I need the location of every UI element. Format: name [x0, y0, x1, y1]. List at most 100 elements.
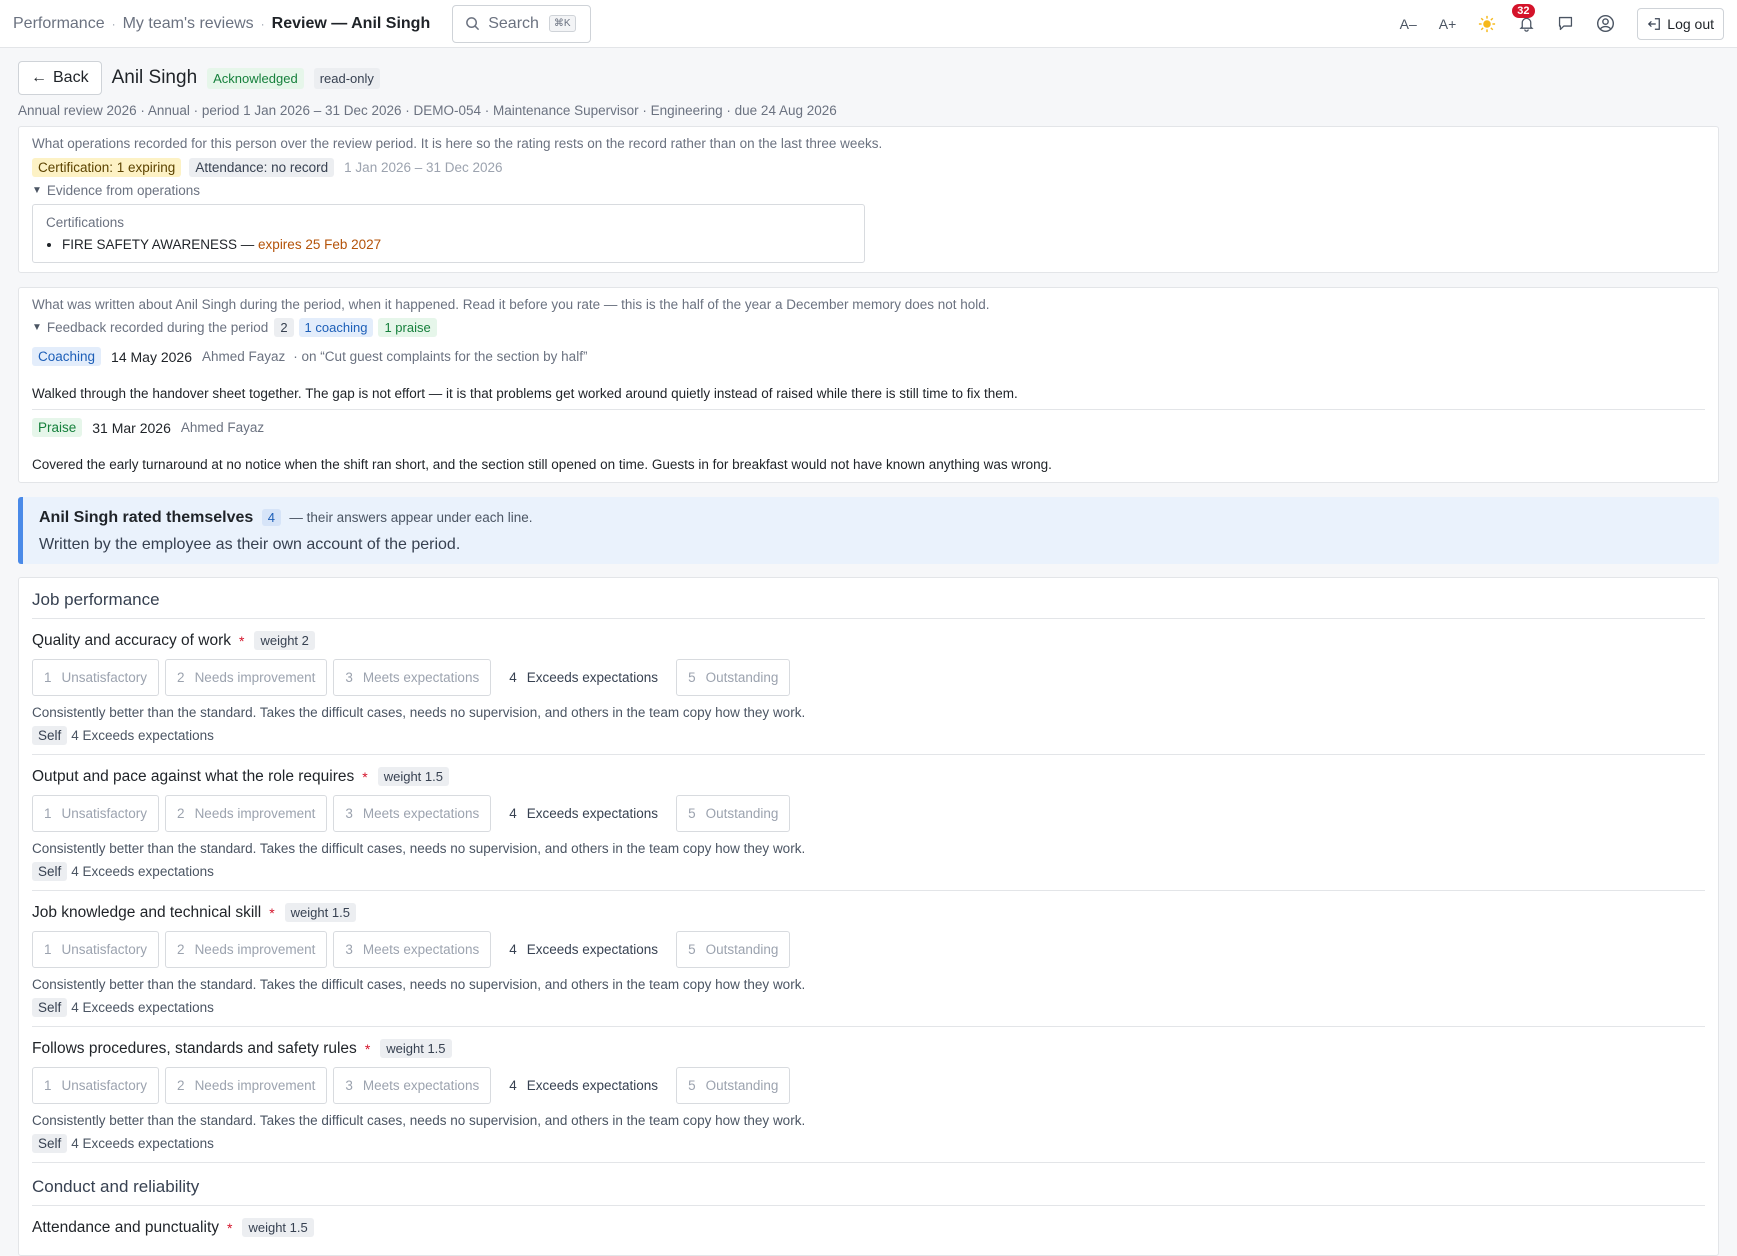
- required-marker: *: [227, 1219, 233, 1236]
- feedback-count-badge: 2: [274, 318, 294, 337]
- feedback-type-badge: Coaching: [32, 347, 102, 366]
- rating-option-5[interactable]: 5 Outstanding: [676, 659, 791, 696]
- section-title: Job performance: [32, 590, 1705, 619]
- evidence-toggle-label: Evidence from operations: [46, 183, 200, 198]
- rating-option-1[interactable]: 1 Unsatisfactory: [32, 1067, 160, 1104]
- rating-option-2[interactable]: 2 Needs improvement: [165, 1067, 328, 1104]
- question-title: Output and pace against what the role re…: [32, 767, 355, 785]
- rating-option-number: 4: [509, 670, 517, 685]
- rating-option-5[interactable]: 5 Outstanding: [676, 931, 791, 968]
- self-rating-title: Anil Singh rated themselves: [39, 509, 254, 526]
- breadcrumb-performance[interactable]: Performance: [13, 15, 105, 33]
- feedback-date: 31 Mar 2026: [92, 419, 171, 436]
- feedback-text: Walked through the handover sheet togeth…: [32, 386, 1018, 401]
- rating-option-5[interactable]: 5 Outstanding: [676, 1067, 791, 1104]
- rating-option-4[interactable]: 4 Exceeds expectations: [497, 931, 671, 968]
- rating-option-label: Needs improvement: [194, 942, 316, 957]
- rating-option-1[interactable]: 1 Unsatisfactory: [32, 659, 160, 696]
- rating-option-label: Meets expectations: [362, 1078, 480, 1093]
- user-icon: [1597, 14, 1615, 33]
- self-rating-value: 4 Exceeds expectations: [71, 728, 214, 743]
- rating-option-label: Outstanding: [705, 806, 779, 821]
- rating-option-3[interactable]: 3 Meets expectations: [333, 795, 492, 832]
- font-increase-button[interactable]: A+: [1439, 16, 1457, 32]
- feedback-card: What was written about Anil Singh during…: [18, 287, 1719, 483]
- rating-description: Consistently better than the standard. T…: [32, 705, 806, 720]
- theme-toggle-button[interactable]: [1478, 15, 1496, 33]
- self-rating-value: 4 Exceeds expectations: [71, 864, 214, 879]
- status-badge: Acknowledged: [207, 67, 304, 89]
- search-button[interactable]: Search ⌘K: [452, 4, 592, 43]
- section-title: Conduct and reliability: [32, 1177, 1705, 1206]
- feedback-date: 14 May 2026: [111, 348, 192, 365]
- self-tag: Self: [32, 1134, 68, 1153]
- weight-badge: weight 1.5: [380, 1039, 452, 1058]
- question-title: Job knowledge and technical skill: [32, 903, 262, 921]
- profile-button[interactable]: [1596, 14, 1615, 33]
- rating-option-1[interactable]: 1 Unsatisfactory: [32, 931, 160, 968]
- notifications-count-badge: 32: [1512, 4, 1535, 18]
- rating-option-label: Meets expectations: [362, 670, 480, 685]
- triangle-down-icon: ▼: [32, 185, 42, 196]
- feedback-author: Ahmed Fayaz: [180, 420, 265, 435]
- rating-option-4[interactable]: 4 Exceeds expectations: [497, 659, 671, 696]
- font-decrease-button[interactable]: A–: [1400, 16, 1417, 32]
- rating-option-2[interactable]: 2 Needs improvement: [165, 931, 328, 968]
- rating-option-number: 3: [345, 806, 353, 821]
- messages-button[interactable]: [1557, 15, 1574, 32]
- rating-option-3[interactable]: 3 Meets expectations: [333, 659, 492, 696]
- feedback-goal: · on “Cut guest complaints for the secti…: [293, 349, 588, 364]
- certification-expiry: expires 25 Feb 2027: [258, 237, 382, 252]
- search-label: Search: [488, 14, 539, 32]
- feedback-type-badge: Praise: [32, 418, 83, 437]
- toolbar: A– A+ 32 Log out: [1378, 4, 1724, 40]
- back-button[interactable]: ← Back: [18, 61, 102, 95]
- message-icon: [1559, 16, 1573, 31]
- rating-option-number: 1: [44, 942, 52, 957]
- rating-option-2[interactable]: 2 Needs improvement: [165, 795, 328, 832]
- rating-option-number: 3: [345, 942, 353, 957]
- rating-option-3[interactable]: 3 Meets expectations: [333, 931, 492, 968]
- evidence-panel: Certifications FIRE SAFETY AWARENESS — e…: [32, 204, 865, 263]
- notifications-button[interactable]: 32: [1512, 4, 1535, 32]
- rating-option-2[interactable]: 2 Needs improvement: [165, 659, 328, 696]
- rating-scale: 1 Unsatisfactory 2 Needs improvement 3 Meets …: [32, 659, 1705, 696]
- rating-description: Consistently better than the standard. T…: [32, 841, 806, 856]
- rating-option-number: 5: [688, 670, 696, 685]
- certifications-list: FIRE SAFETY AWARENESS — expires 25 Feb 2…: [62, 237, 851, 252]
- self-rating-value: 4 Exceeds expectations: [71, 1000, 214, 1015]
- rating-scale: 1 Unsatisfactory 2 Needs improvement 3 Meets …: [32, 795, 1705, 832]
- rating-option-label: Outstanding: [705, 942, 779, 957]
- feedback-entry: Praise 31 Mar 2026 Ahmed Fayaz Covered t…: [32, 410, 1705, 480]
- self-rating-count: 4: [261, 509, 281, 526]
- arrow-left-icon: ←: [31, 69, 47, 86]
- question-title: Attendance and punctuality: [32, 1218, 219, 1236]
- rating-option-number: 2: [177, 942, 185, 957]
- operations-intro: What operations recorded for this person…: [32, 136, 883, 151]
- rating-option-number: 1: [44, 1078, 52, 1093]
- back-label: Back: [53, 69, 89, 86]
- rating-option-3[interactable]: 3 Meets expectations: [333, 1067, 492, 1104]
- logout-label: Log out: [1667, 15, 1714, 32]
- attendance-chip: Attendance: no record: [189, 158, 335, 177]
- rating-option-4[interactable]: 4 Exceeds expectations: [497, 795, 671, 832]
- rating-option-5[interactable]: 5 Outstanding: [676, 795, 791, 832]
- rating-option-4[interactable]: 4 Exceeds expectations: [497, 1067, 671, 1104]
- rating-question: Output and pace against what the role re…: [32, 755, 1705, 891]
- breadcrumb-my-team-reviews[interactable]: My team's reviews: [123, 15, 254, 33]
- rating-option-number: 2: [177, 670, 185, 685]
- evidence-toggle[interactable]: ▼ Evidence from operations: [32, 183, 1705, 198]
- certifications-heading: Certifications: [46, 215, 125, 230]
- self-rating-note: — their answers appear under each line.: [289, 510, 533, 525]
- rating-option-label: Exceeds expectations: [526, 1078, 659, 1093]
- rating-option-label: Unsatisfactory: [61, 942, 148, 957]
- self-rating-banner: Anil Singh rated themselves 4 — their an…: [18, 497, 1719, 564]
- review-header: ← Back Anil Singh Acknowledged read-only: [18, 61, 1719, 95]
- rating-option-number: 2: [177, 806, 185, 821]
- logout-button[interactable]: Log out: [1637, 7, 1724, 40]
- feedback-entry: Coaching 14 May 2026 Ahmed Fayaz · on “C…: [32, 337, 1705, 409]
- main-content: ← Back Anil Singh Acknowledged read-only…: [18, 61, 1719, 1256]
- feedback-toggle[interactable]: ▼ Feedback recorded during the period 2 …: [32, 318, 1705, 337]
- rating-option-number: 3: [345, 1078, 353, 1093]
- rating-option-1[interactable]: 1 Unsatisfactory: [32, 795, 160, 832]
